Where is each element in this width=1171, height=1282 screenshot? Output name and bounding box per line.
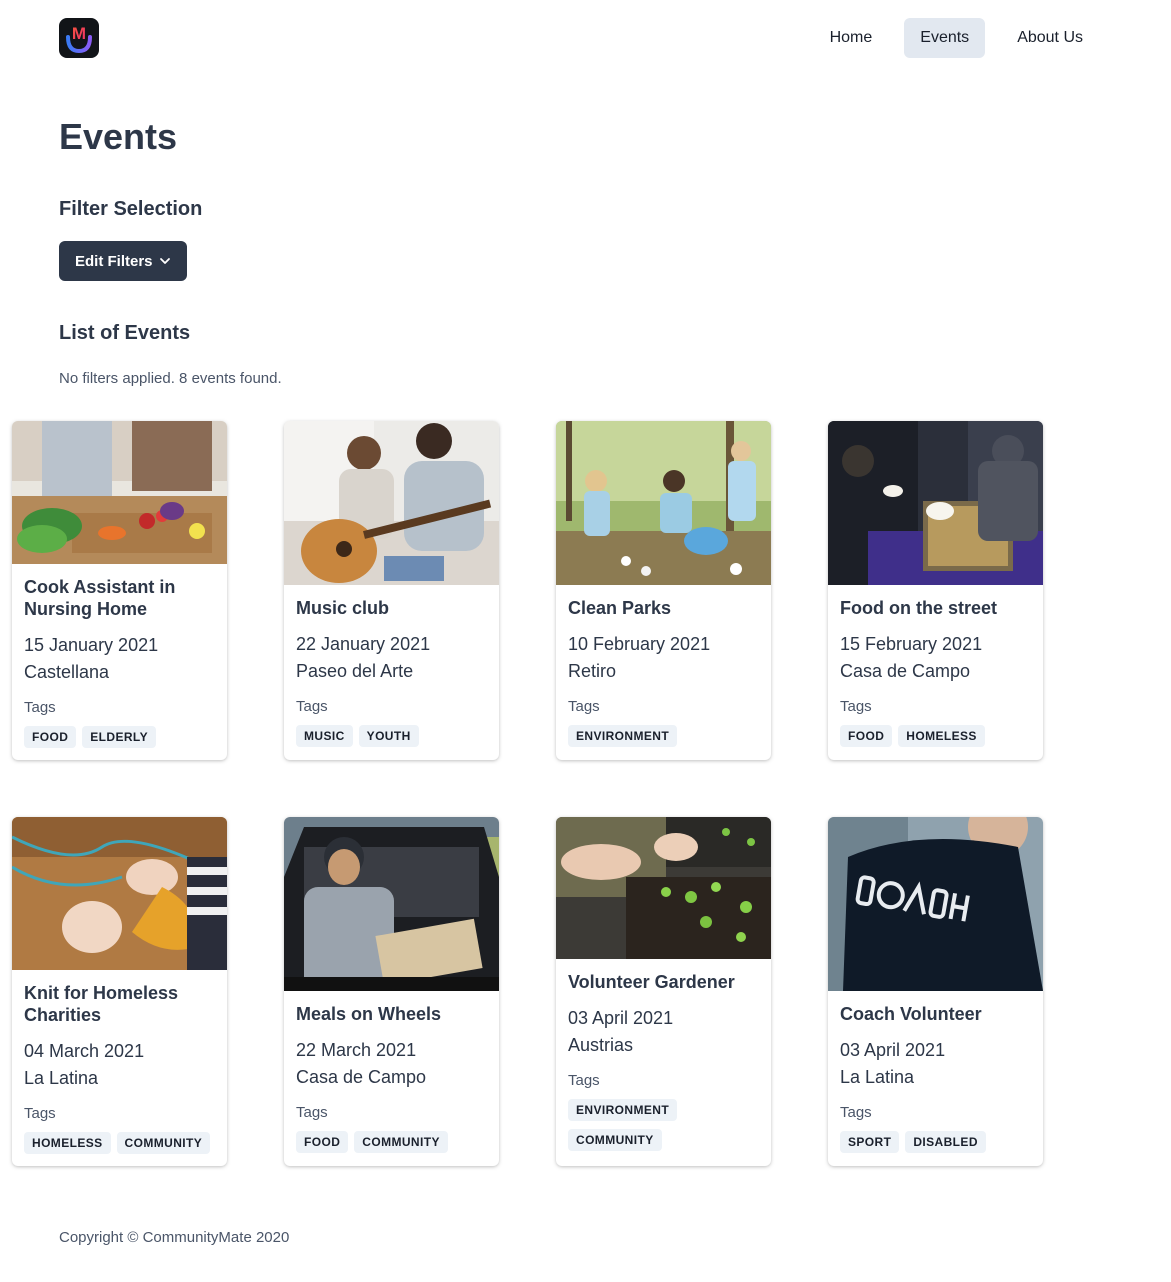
tag-badge: ENVIRONMENT bbox=[568, 725, 678, 747]
events-grid: Cook Assistant in Nursing Home 15 Januar… bbox=[12, 421, 1044, 1166]
event-location: Casa de Campo bbox=[840, 661, 971, 681]
tag-list: SPORT DISABLED bbox=[840, 1131, 1031, 1153]
edit-filters-button[interactable]: Edit Filters bbox=[59, 241, 187, 281]
tag-badge: COMMUNITY bbox=[354, 1131, 448, 1153]
event-date: 15 February 2021 bbox=[840, 634, 983, 654]
event-card[interactable]: Cook Assistant in Nursing Home 15 Januar… bbox=[12, 421, 227, 760]
results-summary: No filters applied. 8 events found. bbox=[59, 370, 282, 387]
event-location: Paseo del Arte bbox=[296, 661, 414, 681]
tag-list: FOOD HOMELESS bbox=[840, 725, 1031, 747]
coach-jacket-photo bbox=[828, 817, 1043, 991]
tags-label: Tags bbox=[840, 1104, 872, 1121]
nav-events[interactable]: Events bbox=[904, 18, 986, 58]
tag-badge: HOMELESS bbox=[898, 725, 985, 747]
event-card[interactable]: Food on the street 15 February 2021 Casa… bbox=[828, 421, 1043, 760]
svg-text:M: M bbox=[72, 24, 86, 43]
park-cleanup-photo bbox=[556, 421, 771, 585]
nav-links: Home Events About Us bbox=[814, 18, 1099, 58]
event-title: Music club bbox=[296, 598, 390, 618]
seedlings-photo bbox=[556, 817, 771, 959]
event-card[interactable]: Meals on Wheels 22 March 2021 Casa de Ca… bbox=[284, 817, 499, 1166]
tag-badge: DISABLED bbox=[905, 1131, 986, 1153]
tag-badge: MUSIC bbox=[296, 725, 353, 747]
cooking-photo bbox=[12, 421, 227, 564]
event-date: 03 April 2021 bbox=[568, 1008, 674, 1028]
communitymate-logo[interactable]: M bbox=[59, 18, 99, 58]
event-title: Coach Volunteer bbox=[840, 1004, 982, 1024]
tag-badge: FOOD bbox=[840, 725, 893, 747]
edit-filters-label: Edit Filters bbox=[75, 252, 153, 270]
event-title: Clean Parks bbox=[568, 598, 672, 618]
event-location: La Latina bbox=[24, 1068, 99, 1088]
event-location: Casa de Campo bbox=[296, 1067, 427, 1087]
event-date: 10 February 2021 bbox=[568, 634, 711, 654]
tag-badge: COMMUNITY bbox=[568, 1129, 662, 1151]
tags-label: Tags bbox=[568, 1072, 600, 1089]
tag-badge: YOUTH bbox=[358, 725, 419, 747]
tags-label: Tags bbox=[24, 1105, 56, 1122]
event-date: 04 March 2021 bbox=[24, 1041, 145, 1061]
event-title: Knit for Homeless Charities bbox=[24, 983, 179, 1025]
event-location: Austrias bbox=[568, 1035, 634, 1055]
tag-badge: SPORT bbox=[840, 1131, 900, 1153]
event-date: 15 January 2021 bbox=[24, 635, 159, 655]
event-title: Food on the street bbox=[840, 598, 997, 618]
event-title: Volunteer Gardener bbox=[568, 972, 735, 992]
event-card[interactable]: Music club 22 January 2021 Paseo del Art… bbox=[284, 421, 499, 760]
filter-selection-heading: Filter Selection bbox=[59, 198, 203, 220]
food-serving-photo bbox=[828, 421, 1043, 585]
event-card[interactable]: Knit for Homeless Charities 04 March 202… bbox=[12, 817, 227, 1166]
nav-about-us[interactable]: About Us bbox=[1001, 18, 1099, 58]
tag-badge: FOOD bbox=[24, 726, 77, 748]
top-navbar: M Home Events About Us bbox=[0, 0, 1171, 80]
tags-label: Tags bbox=[296, 1104, 328, 1121]
event-date: 03 April 2021 bbox=[840, 1040, 946, 1060]
event-card[interactable]: Clean Parks 10 February 2021 Retiro Tags… bbox=[556, 421, 771, 760]
event-title: Meals on Wheels bbox=[296, 1004, 442, 1024]
tag-list: FOOD ELDERLY bbox=[24, 726, 215, 748]
chevron-down-icon bbox=[159, 258, 170, 264]
tags-label: Tags bbox=[568, 698, 600, 715]
tag-list: ENVIRONMENT bbox=[568, 725, 759, 747]
event-card[interactable]: Coach Volunteer 03 April 2021 La Latina … bbox=[828, 817, 1043, 1166]
nav-home[interactable]: Home bbox=[814, 18, 889, 58]
list-of-events-heading: List of Events bbox=[59, 322, 191, 344]
event-date: 22 January 2021 bbox=[296, 634, 431, 654]
page-title: Events bbox=[59, 116, 178, 157]
tags-label: Tags bbox=[24, 699, 56, 716]
tag-badge: HOMELESS bbox=[24, 1132, 111, 1154]
tag-list: MUSIC YOUTH bbox=[296, 725, 487, 747]
event-location: Retiro bbox=[568, 661, 617, 681]
knitting-photo bbox=[12, 817, 227, 970]
event-location: Castellana bbox=[24, 662, 110, 682]
tags-label: Tags bbox=[840, 698, 872, 715]
footer-copyright: Copyright © CommunityMate 2020 bbox=[59, 1229, 290, 1246]
guitar-photo bbox=[284, 421, 499, 585]
tags-label: Tags bbox=[296, 698, 328, 715]
tag-badge: ELDERLY bbox=[82, 726, 156, 748]
event-card[interactable]: Volunteer Gardener 03 April 2021 Austria… bbox=[556, 817, 771, 1166]
event-location: La Latina bbox=[840, 1067, 915, 1087]
tag-badge: ENVIRONMENT bbox=[568, 1099, 678, 1121]
tag-list: HOMELESS COMMUNITY bbox=[24, 1132, 215, 1154]
tag-list: FOOD COMMUNITY bbox=[296, 1131, 487, 1153]
event-date: 22 March 2021 bbox=[296, 1040, 417, 1060]
tag-badge: FOOD bbox=[296, 1131, 349, 1153]
event-title: Cook Assistant in Nursing Home bbox=[24, 577, 176, 619]
tag-list: ENVIRONMENT COMMUNITY bbox=[568, 1099, 759, 1151]
car-trunk-box-photo bbox=[284, 817, 499, 991]
tag-badge: COMMUNITY bbox=[116, 1132, 211, 1154]
